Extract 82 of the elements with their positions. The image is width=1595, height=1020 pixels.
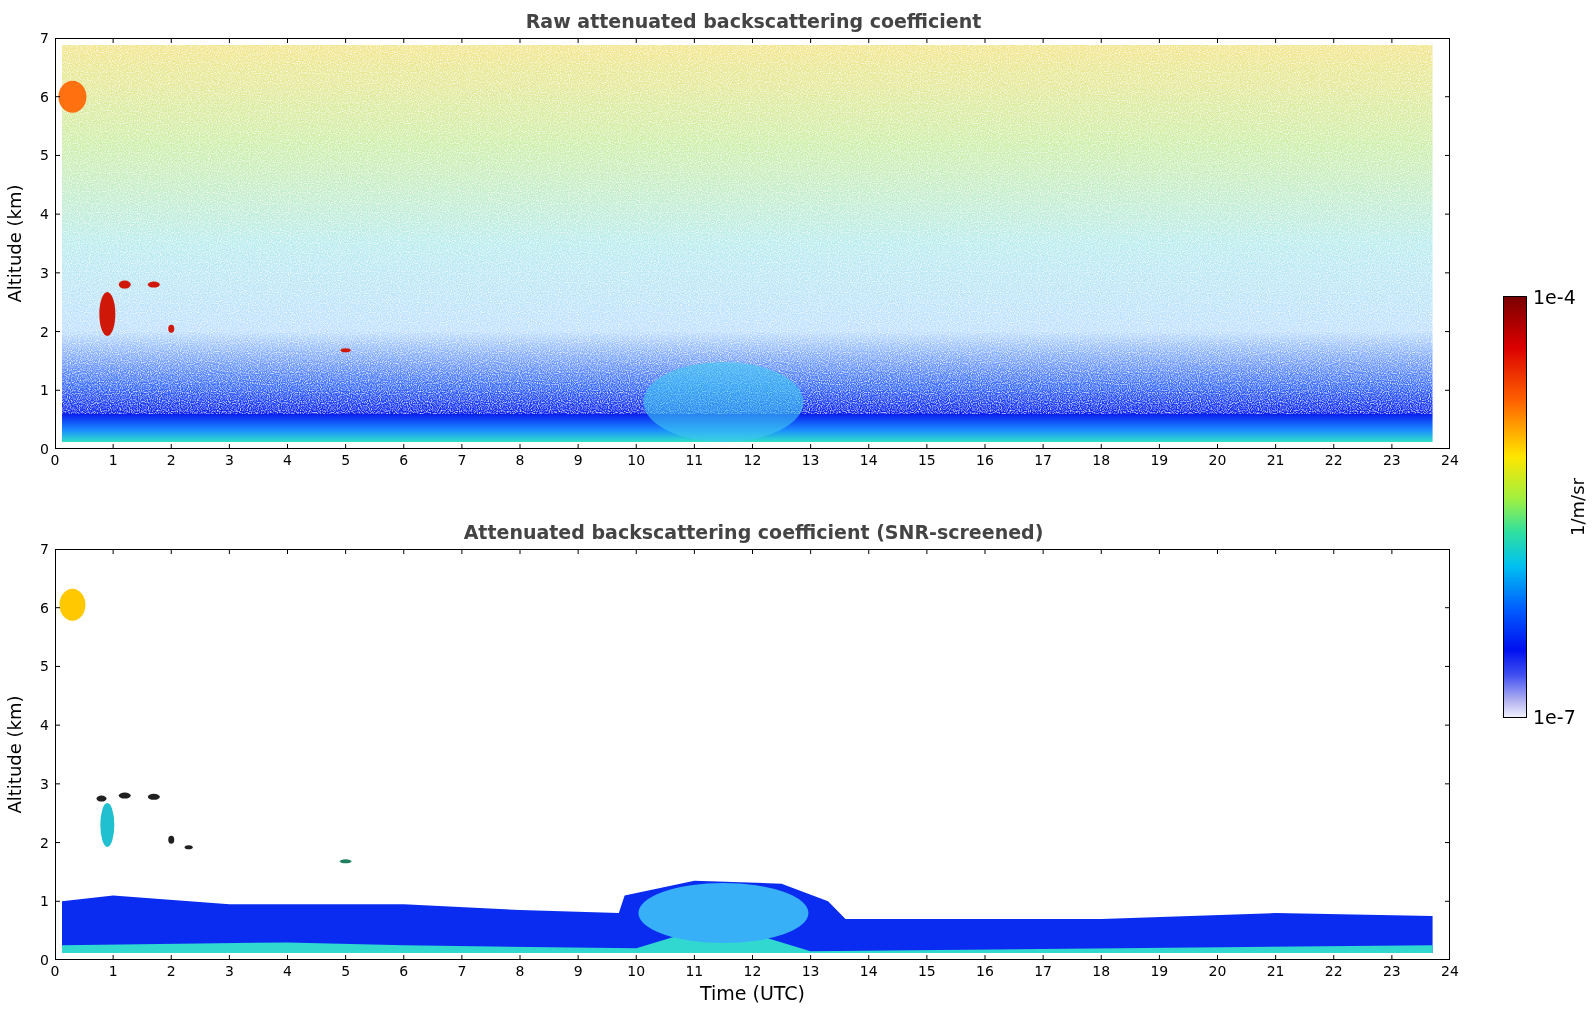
tick-label: 3 [224,963,234,979]
axis-label: Altitude (km) [3,184,25,303]
tick-label: 1 [108,963,118,979]
colorbar-label: 1e-7 [1533,706,1576,728]
tick-label: 4 [40,206,49,223]
cloud-patch [168,324,175,333]
tick-label: 24 [1441,963,1459,979]
tick-label: 4 [40,717,49,734]
tick-label: 5 [341,452,351,468]
tick-label: 6 [399,452,409,468]
tick-label: 7 [40,541,49,557]
tick-label: 16 [976,963,994,979]
cloud-patch [118,792,131,799]
tick-label: 8 [515,452,525,468]
tick-label: 24 [1441,452,1459,468]
tick-label: 9 [573,452,583,468]
tick-label: 13 [801,963,820,979]
tick-label: 2 [166,963,176,979]
tick-label: 0 [50,963,60,979]
tick-label: 10 [627,963,646,979]
tick-label: 7 [457,452,467,468]
tick-label: 20 [1208,963,1227,979]
cloud-patch [339,859,352,864]
tick-label: 12 [743,963,762,979]
tick-label: 0 [40,441,49,457]
tick-label: 21 [1266,452,1285,468]
tick-label: 7 [40,30,49,46]
tick-label: 19 [1150,963,1169,979]
tick-label: 22 [1324,452,1343,468]
tick-label: 5 [341,963,351,979]
tick-label: 16 [976,452,994,468]
tick-label: 11 [685,452,704,468]
tick-label: 21 [1266,963,1285,979]
tick-label: 6 [40,88,49,105]
cloud-patch [118,280,131,289]
tick-label: 15 [917,963,936,979]
cloud-patch [99,291,116,336]
tick-label: 13 [801,452,820,468]
cloud-patch [59,588,86,621]
cloud-patch [147,281,160,288]
tick-label: 22 [1324,963,1343,979]
tick-label: 2 [40,323,49,340]
tick-label: 1 [40,382,49,399]
tick-label: 14 [859,963,878,979]
tick-label: 5 [40,147,49,164]
tick-label: 9 [573,963,583,979]
tick-label: 20 [1208,452,1227,468]
cloud-patch [58,80,87,113]
tick-label: 4 [283,963,292,979]
tick-label: 2 [166,452,176,468]
cloud-patch [340,348,351,353]
tick-label: 6 [399,963,409,979]
colorbar-unit: 1/m/sr [1567,478,1589,536]
tick-label: 15 [917,452,936,468]
tick-label: 1 [40,893,49,910]
tick-label: 11 [685,963,704,979]
tick-label: 3 [224,452,234,468]
tick-label: 17 [1034,452,1053,468]
tick-label: 1 [108,452,118,468]
axis-label: Time (UTC) [700,982,805,1004]
tick-label: 4 [283,452,292,468]
tick-label: 6 [40,599,49,616]
tick-label: 12 [743,452,762,468]
tick-label: 7 [457,963,467,979]
colorbar-label: 1e-4 [1533,286,1576,308]
tick-label: 18 [1092,452,1111,468]
tick-label: 14 [859,452,878,468]
cloud-patch [147,793,160,800]
tick-label: 0 [50,452,60,468]
tick-label: 3 [40,775,49,792]
tick-label: 5 [40,658,49,675]
tick-label: 2 [40,834,49,851]
tick-label: 19 [1150,452,1169,468]
tick-label: 10 [627,452,646,468]
tick-label: 23 [1382,452,1401,468]
tick-label: 8 [515,963,525,979]
tick-label: 23 [1382,963,1401,979]
tick-label: 3 [40,264,49,281]
tick-label: 18 [1092,963,1111,979]
tick-label: 0 [40,952,49,968]
tick-label: 17 [1034,963,1053,979]
axis-label: Altitude (km) [3,695,25,814]
